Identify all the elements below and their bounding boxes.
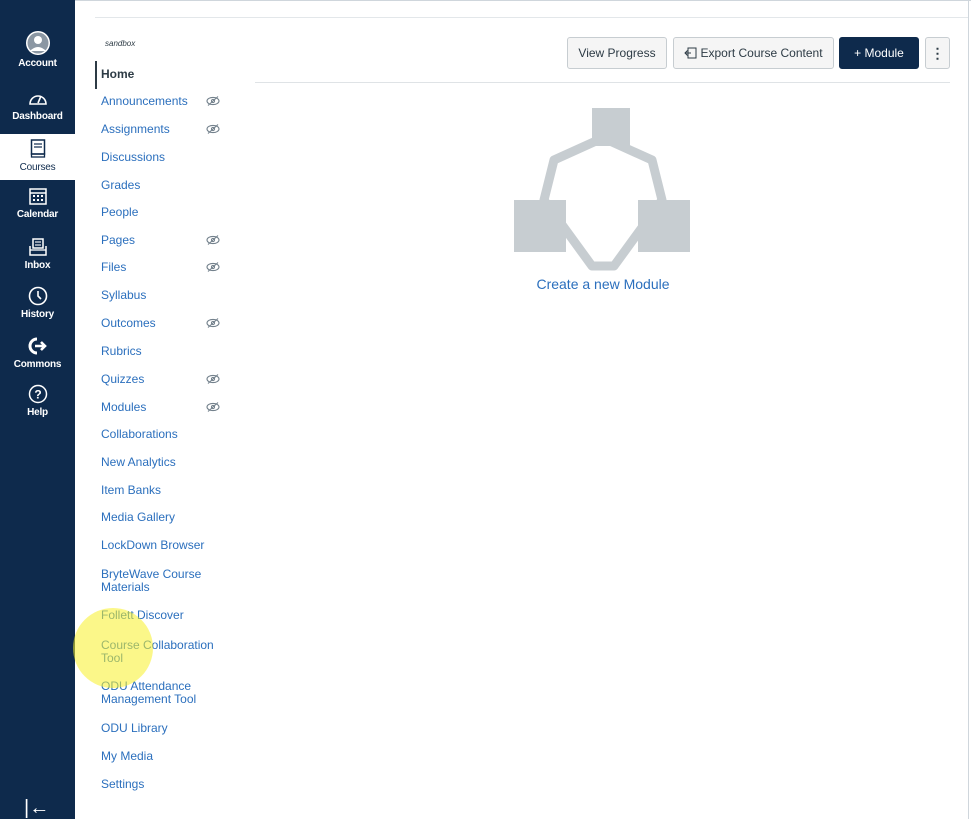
add-module-button[interactable]: + Module (839, 37, 919, 69)
more-options-button[interactable]: ⋮ (925, 37, 950, 69)
hidden-eye-icon (206, 402, 220, 412)
course-nav-lockdown-browser[interactable]: LockDown Browser (101, 539, 231, 552)
dashboard-icon (27, 87, 49, 109)
nav-dashboard[interactable]: Dashboard (0, 87, 75, 131)
nav-commons[interactable]: Commons (0, 335, 75, 379)
cursor-highlight (73, 608, 153, 688)
course-nav-people[interactable]: People (101, 206, 231, 219)
nav-inbox-label: Inbox (24, 260, 51, 271)
inbox-icon (27, 236, 49, 258)
nav-commons-label: Commons (13, 359, 62, 370)
add-module-label: + Module (854, 46, 904, 60)
course-nav-collaborations[interactable]: Collaborations (101, 428, 231, 441)
view-progress-label: View Progress (578, 46, 656, 60)
nav-dashboard-label: Dashboard (12, 111, 63, 122)
course-nav-brytewave[interactable]: BryteWave Course Materials (101, 568, 211, 594)
course-nav-discussions[interactable]: Discussions (101, 151, 231, 164)
nav-courses-label: Courses (19, 162, 56, 173)
nav-inbox[interactable]: Inbox (0, 236, 75, 280)
nav-history-label: History (20, 309, 55, 320)
help-icon: ? (27, 383, 49, 405)
nav-calendar[interactable]: Calendar (0, 185, 75, 229)
account-avatar-icon (25, 30, 51, 56)
hidden-eye-icon (206, 318, 220, 328)
course-nav-rubrics[interactable]: Rubrics (101, 345, 231, 358)
module-empty-illustration (514, 108, 690, 271)
course-term-label: sandbox (105, 39, 136, 48)
hidden-eye-icon (206, 124, 220, 134)
create-new-module-link[interactable]: Create a new Module (503, 276, 703, 292)
toolbar-divider (255, 82, 950, 83)
top-border (75, 0, 971, 1)
global-navigation: Account Dashboard Courses Calendar Inbox… (0, 0, 75, 819)
hidden-eye-icon (206, 96, 220, 106)
course-nav-odu-library[interactable]: ODU Library (101, 722, 231, 735)
nav-help[interactable]: ? Help (0, 383, 75, 427)
course-nav-settings[interactable]: Settings (101, 778, 231, 791)
course-nav-item-banks[interactable]: Item Banks (101, 484, 231, 497)
export-course-content-button[interactable]: Export Course Content (673, 37, 834, 69)
nav-help-label: Help (27, 407, 48, 418)
course-nav-syllabus[interactable]: Syllabus (101, 289, 231, 302)
calendar-icon (27, 185, 49, 207)
commons-icon (27, 335, 49, 357)
course-nav-my-media[interactable]: My Media (101, 750, 231, 763)
nav-account-label: Account (18, 58, 57, 69)
export-icon (684, 47, 697, 59)
header-divider (95, 17, 968, 18)
course-nav-media-gallery[interactable]: Media Gallery (101, 511, 231, 524)
course-nav-grades[interactable]: Grades (101, 179, 231, 192)
nav-account[interactable]: Account (0, 30, 75, 82)
right-border (968, 0, 969, 819)
hidden-eye-icon (206, 235, 220, 245)
nav-courses[interactable]: Courses (0, 134, 75, 180)
collapse-arrow-icon: |← (24, 797, 50, 819)
collapse-nav-button[interactable]: |← (24, 798, 49, 818)
history-clock-icon (27, 285, 49, 307)
svg-text:?: ? (34, 388, 41, 402)
course-nav-new-analytics[interactable]: New Analytics (101, 456, 231, 469)
nav-calendar-label: Calendar (16, 209, 59, 220)
view-progress-button[interactable]: View Progress (567, 37, 667, 69)
hidden-eye-icon (206, 374, 220, 384)
hidden-eye-icon (206, 262, 220, 272)
courses-icon (27, 138, 49, 160)
export-course-content-label: Export Course Content (700, 46, 823, 60)
nav-history[interactable]: History (0, 285, 75, 329)
more-options-icon: ⋮ (930, 44, 945, 61)
course-nav-home[interactable]: Home (95, 61, 134, 89)
